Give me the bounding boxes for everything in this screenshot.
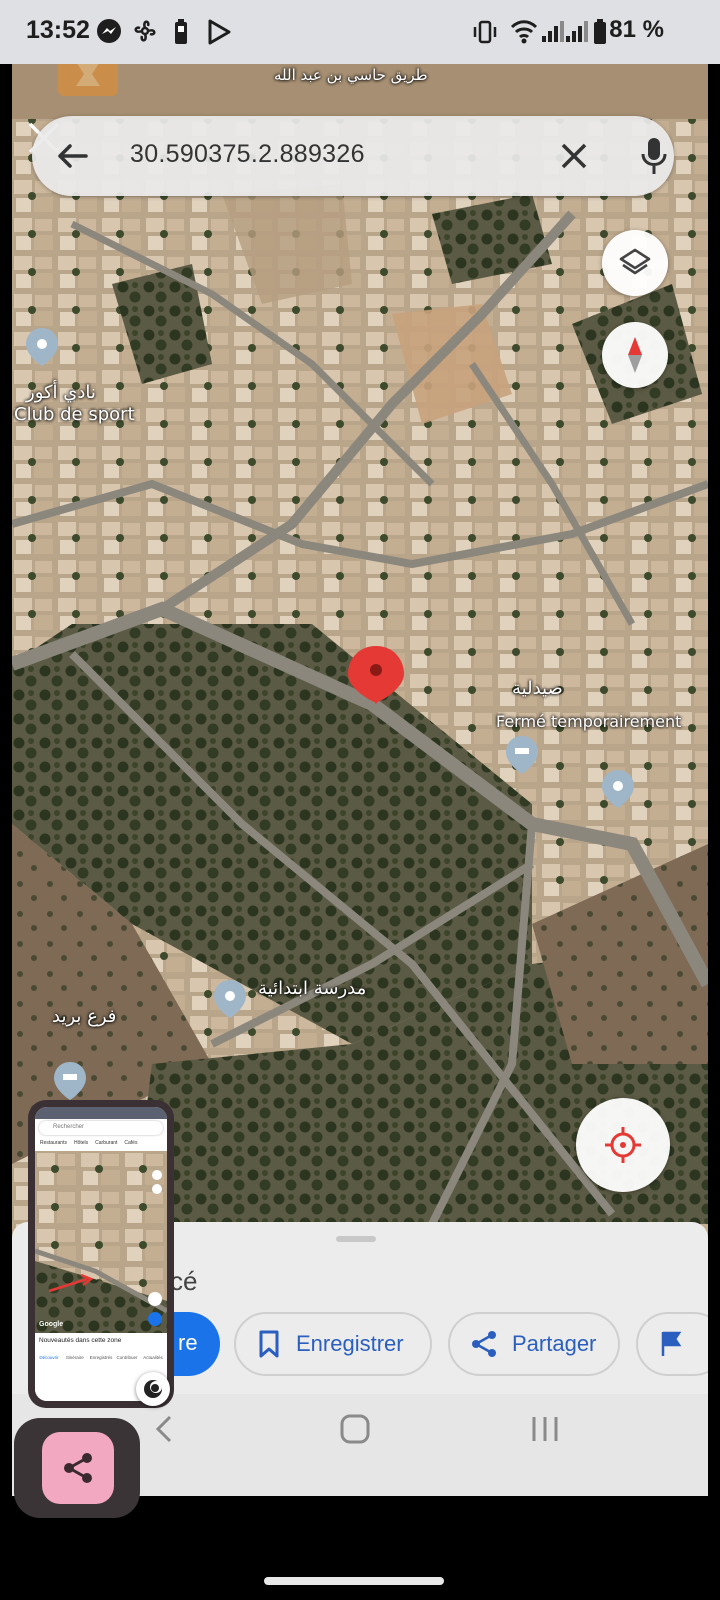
my-location-button[interactable] (576, 1098, 670, 1192)
search-bar[interactable]: 30.590375.2.889326 (32, 116, 674, 196)
map-label-pharmacy-status: Fermé temporairement (496, 712, 682, 731)
watermark-logo-icon (58, 64, 118, 96)
directions-label: re (178, 1330, 198, 1355)
home-nav-icon (340, 1414, 370, 1444)
more-actions-chip[interactable] (636, 1312, 708, 1376)
map-label-school: مدرسة ابتدائية (258, 978, 367, 999)
edit-icon (144, 1380, 162, 1398)
thumbnail-chip: Restaurants (37, 1139, 70, 1147)
map-label-pharmacy: صيدلية (512, 678, 563, 699)
map-label-road: طريق حاسي بن عبد الله (274, 66, 428, 84)
thumbnail-tab: Découvrir (39, 1355, 59, 1360)
thumbnail-chip: Cafés (121, 1139, 141, 1147)
share-icon (472, 1331, 496, 1357)
compass-button[interactable] (602, 322, 668, 388)
bookmark-icon (259, 1330, 279, 1358)
battery-percent: 81 % (609, 16, 664, 43)
share-icon (64, 1453, 92, 1483)
sheet-drag-handle[interactable] (336, 1236, 376, 1242)
layers-button[interactable] (602, 230, 668, 296)
search-query[interactable]: 30.590375.2.889326 (130, 140, 365, 169)
map-label-club-fr: Club de sport (14, 404, 135, 425)
thumbnail-tab: Contribuer (116, 1355, 138, 1360)
thumbnail-screen: Rechercher Restaurants Hôtels Carburant Caf… (35, 1107, 167, 1401)
clear-icon[interactable] (560, 142, 588, 170)
map-label-post: فرع بريد (52, 1006, 117, 1027)
thumbnail-tab: Enregistrés (89, 1355, 113, 1360)
mic-icon[interactable] (640, 136, 668, 176)
wifi-icon (510, 20, 538, 44)
messenger-icon (97, 19, 121, 43)
share-label: Partager (512, 1331, 597, 1356)
share-fab-inner[interactable] (42, 1432, 114, 1504)
home-gesture-bar[interactable] (264, 1577, 444, 1585)
signal-icon (542, 21, 564, 42)
status-bar: 13:52 81 % (0, 0, 720, 64)
thumbnail-chips: Restaurants Hôtels Carburant Cafés (37, 1139, 167, 1149)
map-label-club: نادي أكور (26, 382, 96, 403)
thumbnail-google-logo: Google (39, 1321, 64, 1328)
thumbnail-tab: Actualités (143, 1355, 163, 1360)
fan-icon (134, 20, 156, 42)
share-place-button[interactable]: Partager (448, 1312, 620, 1376)
thumbnail-chip: Hôtels (70, 1139, 92, 1147)
thumbnail-search: Rechercher (39, 1121, 163, 1135)
back-arrow-icon[interactable] (54, 138, 90, 174)
flag-icon (661, 1331, 682, 1356)
layers-icon (619, 248, 651, 275)
thumbnail-status-bar (35, 1107, 167, 1119)
save-button[interactable]: Enregistrer (234, 1312, 432, 1376)
thumbnail-map (35, 1151, 167, 1333)
play-store-icon (208, 19, 231, 45)
thumbnail-tab: Itinéraire (66, 1355, 84, 1360)
compass-icon (628, 337, 642, 373)
screenshot-thumbnail[interactable]: Rechercher Restaurants Hôtels Carburant Caf… (28, 1100, 174, 1408)
edit-screenshot-button[interactable] (136, 1372, 170, 1406)
place-title: cé (170, 1266, 198, 1296)
vibrate-icon (473, 20, 497, 44)
thumbnail-news-title: Nouveautés dans cette zone (39, 1337, 122, 1344)
battery-saver-icon (175, 19, 187, 44)
recents-nav-icon (532, 1417, 558, 1441)
save-label: Enregistrer (296, 1331, 404, 1356)
thumbnail-chip: Carburant (92, 1139, 121, 1147)
my-location-icon (605, 1127, 641, 1163)
back-nav-icon (155, 1415, 172, 1443)
share-screenshot-button[interactable] (14, 1418, 140, 1518)
thumbnail-tabs: Découvrir Itinéraire Enregistrés Contrib… (37, 1355, 165, 1360)
battery-icon (594, 19, 606, 44)
signal-icon (566, 21, 588, 42)
status-time: 13:52 (26, 16, 90, 44)
